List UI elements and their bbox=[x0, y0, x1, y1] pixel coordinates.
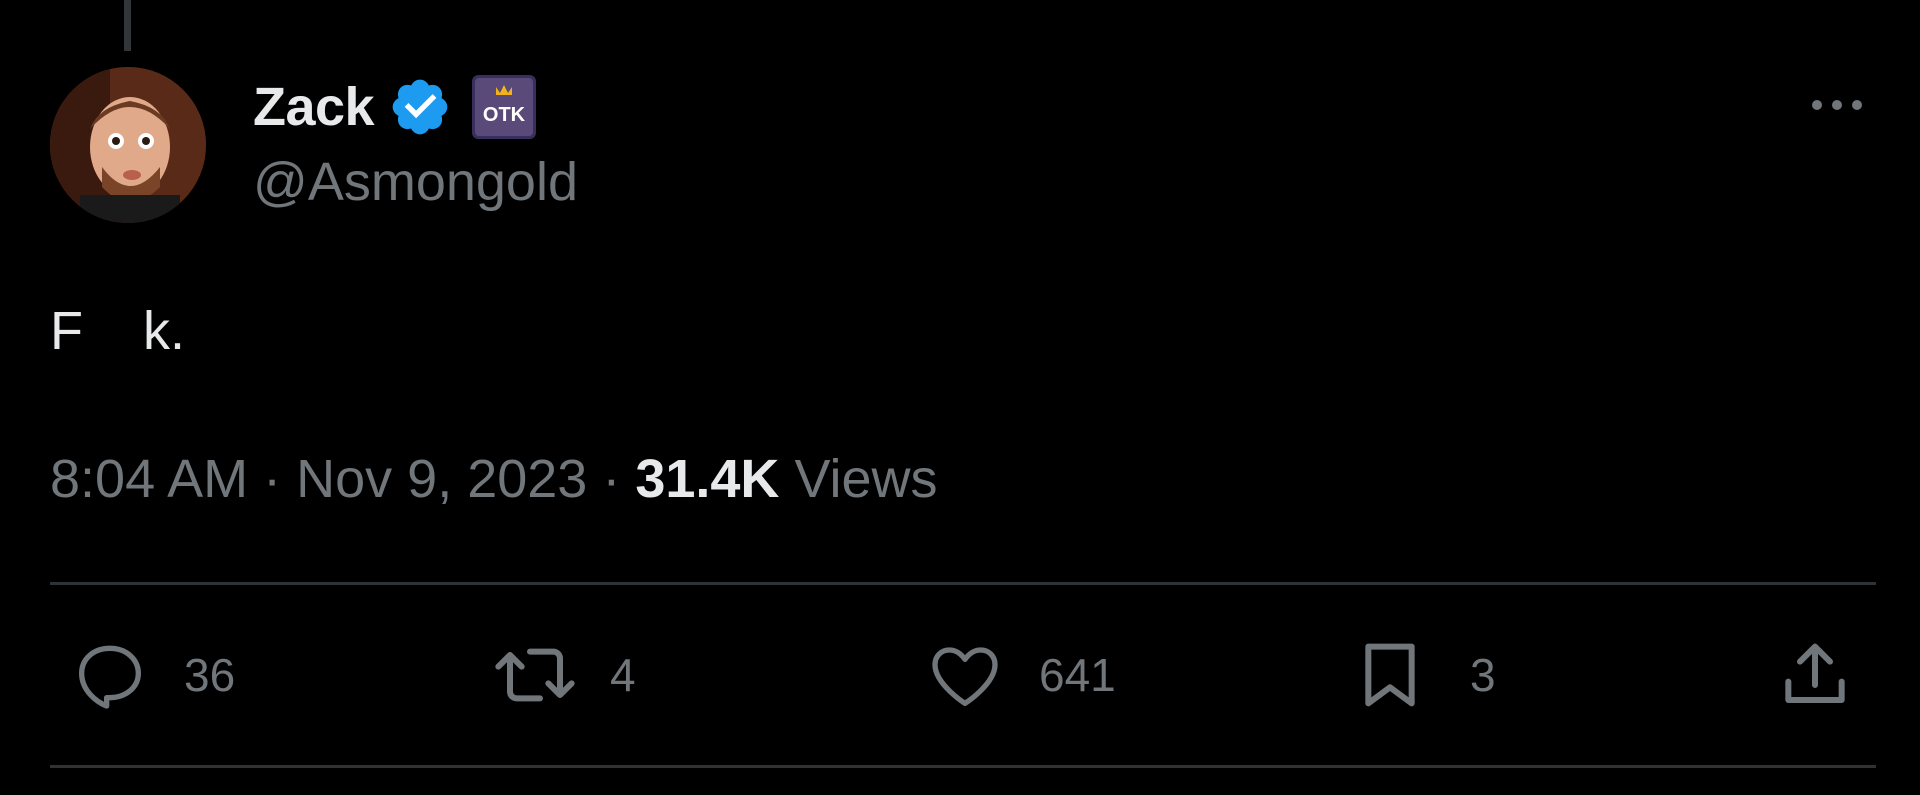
reply-count: 36 bbox=[184, 649, 236, 701]
thread-connector-line bbox=[124, 0, 131, 51]
share-icon[interactable] bbox=[1775, 635, 1855, 715]
meta-separator: · bbox=[248, 449, 297, 509]
divider-top bbox=[50, 582, 1876, 585]
like-button[interactable]: 641 bbox=[925, 635, 1116, 715]
affiliate-badge-icon[interactable]: OTK bbox=[472, 75, 537, 139]
retweet-icon[interactable] bbox=[490, 635, 580, 715]
like-count: 641 bbox=[1039, 649, 1116, 701]
author-handle[interactable]: @Asmongold bbox=[253, 151, 578, 213]
bookmark-icon[interactable] bbox=[1350, 635, 1430, 715]
heart-icon[interactable] bbox=[925, 635, 1005, 715]
views-count[interactable]: 31.4K bbox=[635, 449, 779, 509]
tweet-text: F k. bbox=[50, 301, 185, 361]
tweet-metadata: 8:04 AM · Nov 9, 2023 · 31.4K Views bbox=[50, 448, 938, 510]
svg-text:OTK: OTK bbox=[483, 104, 526, 126]
more-options-icon[interactable] bbox=[1807, 90, 1867, 120]
verified-badge-icon[interactable] bbox=[388, 75, 452, 139]
divider-bottom bbox=[50, 765, 1876, 768]
retweet-button[interactable]: 4 bbox=[490, 635, 636, 715]
share-button[interactable] bbox=[1775, 635, 1855, 715]
bookmark-button[interactable]: 3 bbox=[1350, 635, 1496, 715]
avatar[interactable] bbox=[50, 67, 206, 223]
reply-icon[interactable] bbox=[70, 635, 150, 715]
meta-separator: · bbox=[587, 449, 636, 509]
author-name-row: Zack OTK bbox=[253, 72, 537, 142]
bookmark-count: 3 bbox=[1470, 649, 1496, 701]
reply-button[interactable]: 36 bbox=[70, 635, 235, 715]
author-display-name[interactable]: Zack bbox=[253, 76, 375, 138]
tweet-time[interactable]: 8:04 AM bbox=[50, 449, 248, 509]
tweet-date[interactable]: Nov 9, 2023 bbox=[296, 449, 587, 509]
views-label[interactable]: Views bbox=[794, 449, 937, 509]
retweet-count: 4 bbox=[610, 649, 636, 701]
